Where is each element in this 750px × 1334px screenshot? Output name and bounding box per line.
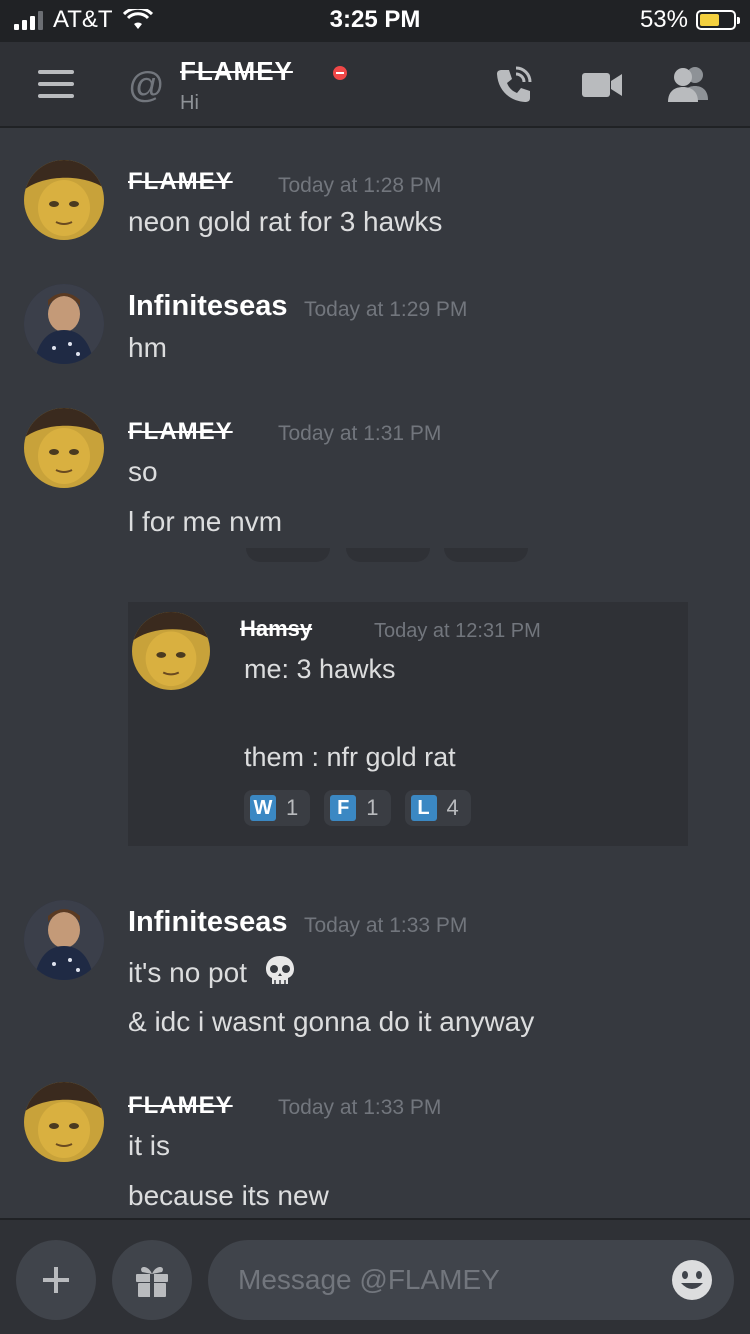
reaction-pill-cutoff <box>346 548 430 562</box>
message-text: l for me nvm <box>128 506 283 537</box>
reaction-pill-cutoff <box>246 548 330 562</box>
message-text-content: it's no pot <box>128 957 247 988</box>
avatar[interactable] <box>24 900 104 980</box>
message-input[interactable]: Message @FLAMEY <box>208 1240 734 1320</box>
attach-button[interactable] <box>16 1240 96 1320</box>
message-author[interactable]: FLAMEY <box>128 168 233 196</box>
message-author[interactable]: Infiniteseas <box>128 290 288 323</box>
avatar[interactable] <box>24 1082 104 1162</box>
gift-button[interactable] <box>112 1240 192 1320</box>
regional-indicator-w-icon: W <box>250 795 276 821</box>
message-timestamp: Today at 1:33 PM <box>304 914 468 937</box>
avatar[interactable] <box>24 408 104 488</box>
reaction-w: W 1 <box>244 790 311 826</box>
message-timestamp: Today at 1:29 PM <box>304 298 468 321</box>
message-timestamp: Today at 1:28 PM <box>278 174 442 197</box>
message-timestamp: Today at 1:33 PM <box>278 1096 442 1119</box>
reaction-l: L 4 <box>404 790 471 826</box>
avatar[interactable] <box>24 284 104 364</box>
reaction-count: 4 <box>446 795 459 820</box>
clock: 3:25 PM <box>329 6 421 33</box>
chat-header: @ FLAMEY Hi <box>0 42 750 128</box>
embed-author: Hamsy <box>240 616 313 641</box>
message-text: because its new <box>128 1180 329 1211</box>
message-text: it's no pot <box>128 954 297 989</box>
message-timestamp: Today at 1:31 PM <box>278 422 442 445</box>
message-placeholder: Message @FLAMEY <box>238 1264 500 1295</box>
members-icon[interactable] <box>666 64 712 106</box>
battery-icon <box>696 10 740 30</box>
emoji-icon[interactable] <box>670 1258 714 1302</box>
message-text: so <box>128 456 158 487</box>
message-text: neon gold rat for 3 hawks <box>128 206 443 237</box>
embed-reactions: W 1 F 1 L 4 <box>244 790 471 826</box>
skull-emoji-icon <box>265 956 294 984</box>
message-author[interactable]: FLAMEY <box>128 1092 233 1120</box>
embedded-screenshot[interactable]: Hamsy Today at 12:31 PM me: 3 hawks them… <box>128 602 688 846</box>
composer-bar: Message @FLAMEY <box>0 1218 750 1334</box>
regional-indicator-l-icon: L <box>410 795 437 821</box>
embed-timestamp: Today at 12:31 PM <box>374 620 541 642</box>
message-list[interactable]: FLAMEY Today at 1:28 PM neon gold rat fo… <box>0 128 750 1218</box>
message-author[interactable]: FLAMEY <box>128 418 233 446</box>
gift-icon <box>136 1267 168 1297</box>
recipient-status-text: Hi <box>180 92 199 114</box>
voice-call-icon[interactable] <box>492 64 534 106</box>
at-icon: @ <box>128 64 165 105</box>
reaction-pill-cutoff <box>444 548 528 562</box>
reaction-count: 1 <box>286 795 299 820</box>
embed-text: them : nfr gold rat <box>244 742 456 772</box>
dnd-status-icon <box>333 66 347 80</box>
reaction-f: F 1 <box>324 790 391 826</box>
message-text: it is <box>128 1130 170 1161</box>
battery-percent: 53% <box>639 6 688 33</box>
message-text: & idc i wasnt gonna do it anyway <box>128 1006 535 1037</box>
embed-text: me: 3 hawks <box>244 654 396 684</box>
message-author[interactable]: Infiniteseas <box>128 906 288 939</box>
plus-icon <box>43 1267 69 1293</box>
reaction-count: 1 <box>366 795 379 820</box>
embed-avatar <box>132 612 210 690</box>
avatar[interactable] <box>24 160 104 240</box>
regional-indicator-f-icon: F <box>330 795 357 821</box>
status-bar: AT&T 3:25 PM 53% <box>0 0 750 42</box>
video-call-icon[interactable] <box>580 64 624 106</box>
recipient-name[interactable]: FLAMEY <box>180 56 293 87</box>
status-right: 53% <box>639 6 740 34</box>
message-text: hm <box>128 332 167 363</box>
menu-icon[interactable] <box>38 70 74 98</box>
